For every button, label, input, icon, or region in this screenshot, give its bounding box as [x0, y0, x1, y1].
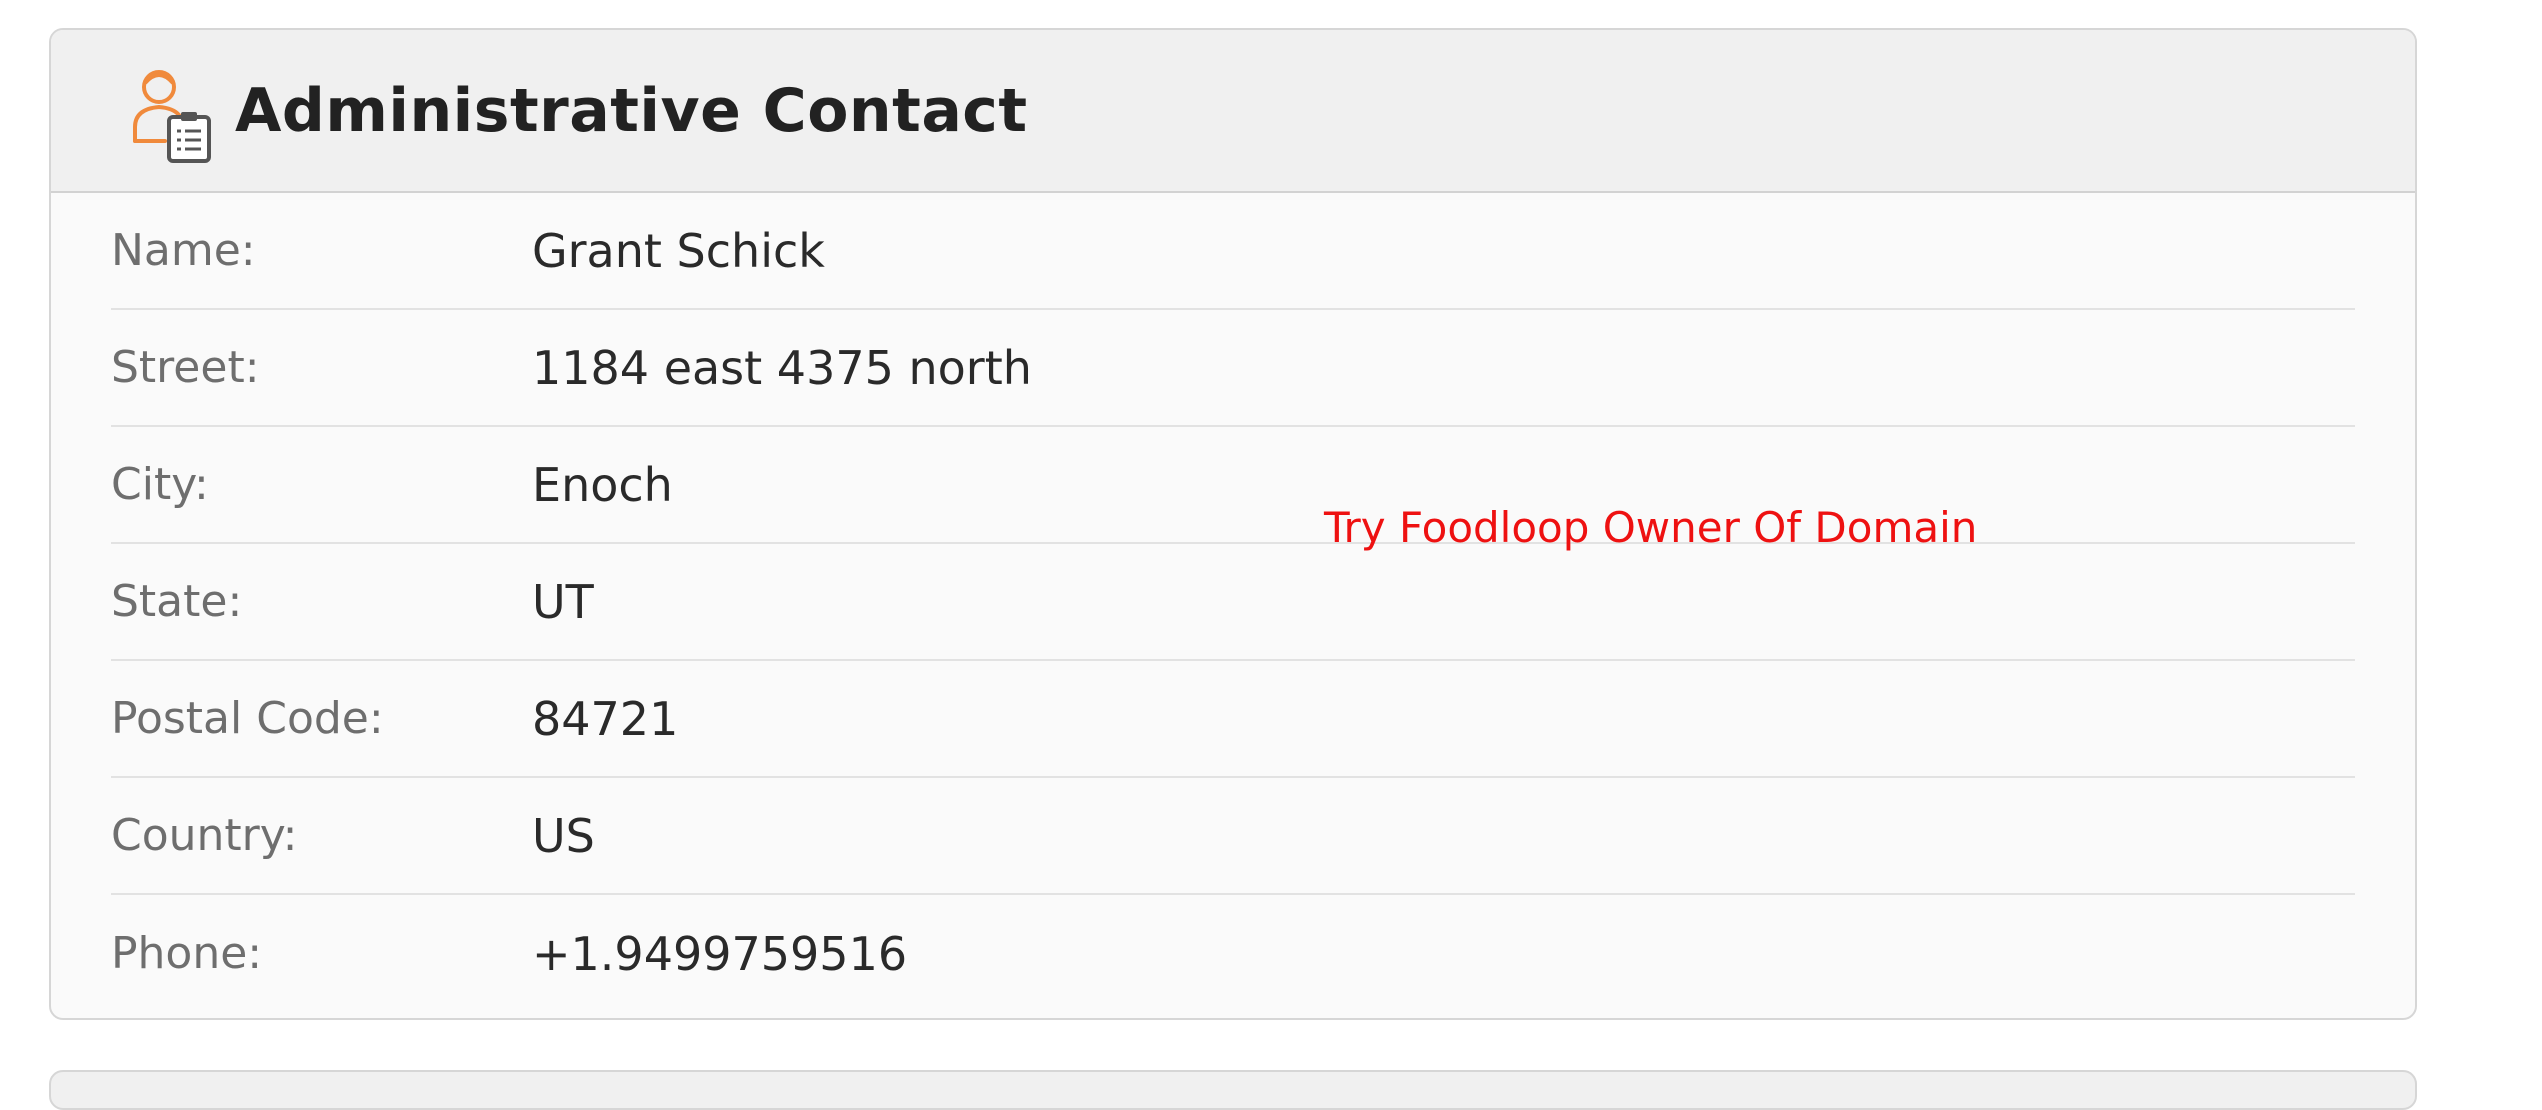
contact-details-list: Name: Grant Schick Street: 1184 east 437…: [51, 193, 2415, 1012]
row-label: Street:: [111, 342, 260, 393]
row-postal-code: Postal Code: 84721: [111, 661, 2355, 778]
card-header: Administrative Contact: [51, 30, 2415, 193]
row-value: US: [532, 808, 595, 863]
row-street: Street: 1184 east 4375 north: [111, 310, 2355, 427]
row-label: Name:: [111, 225, 256, 276]
row-value: 84721: [532, 691, 679, 746]
row-label: Phone:: [111, 928, 263, 979]
row-phone: Phone: +1.9499759516: [111, 895, 2355, 1012]
row-label: State:: [111, 576, 243, 627]
row-state: State: UT: [111, 544, 2355, 661]
row-value: 1184 east 4375 north: [532, 340, 1032, 395]
promo-link[interactable]: Try Foodloop Owner Of Domain: [1324, 503, 1977, 552]
admin-contact-icon: [125, 63, 215, 163]
row-label: Country:: [111, 810, 298, 861]
row-name: Name: Grant Schick: [111, 193, 2355, 310]
row-value: UT: [532, 574, 594, 629]
row-value: Grant Schick: [532, 223, 825, 278]
next-card-edge: [49, 1070, 2417, 1110]
row-label: Postal Code:: [111, 693, 384, 744]
row-city: City: Enoch: [111, 427, 2355, 544]
row-label: City:: [111, 459, 209, 510]
administrative-contact-card: Administrative Contact Name: Grant Schic…: [49, 28, 2417, 1020]
row-value: +1.9499759516: [532, 926, 908, 981]
row-country: Country: US: [111, 778, 2355, 895]
row-value: Enoch: [532, 457, 673, 512]
card-title: Administrative Contact: [235, 75, 1028, 146]
